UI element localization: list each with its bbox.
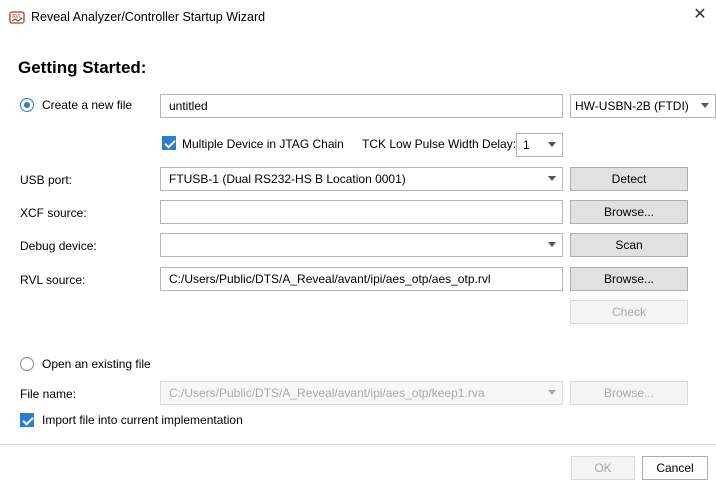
- usb-port-select[interactable]: FTUSB-1 (Dual RS232-HS B Location 0001): [160, 167, 563, 191]
- tck-delay-select[interactable]: 1: [516, 133, 563, 157]
- file-name-select[interactable]: C:/Users/Public/DTS/A_Reveal/avant/ipi/a…: [160, 381, 563, 405]
- xcf-browse-button[interactable]: Browse...: [570, 200, 688, 224]
- ok-button[interactable]: OK: [571, 456, 635, 480]
- new-file-name-input[interactable]: untitled: [160, 94, 563, 118]
- scan-button[interactable]: Scan: [570, 233, 688, 257]
- usb-port-value: FTUSB-1 (Dual RS232-HS B Location 0001): [169, 172, 406, 186]
- debug-device-label: Debug device:: [20, 239, 97, 253]
- import-file-checkbox[interactable]: [20, 413, 34, 427]
- file-name-label: File name:: [20, 387, 77, 401]
- multiple-device-label: Multiple Device in JTAG Chain: [182, 137, 344, 151]
- create-new-file-radio[interactable]: [20, 98, 34, 112]
- chevron-down-icon: [701, 103, 709, 108]
- tck-delay-value: 1: [523, 138, 530, 152]
- debug-device-select[interactable]: [160, 233, 563, 257]
- detect-button[interactable]: Detect: [570, 167, 688, 191]
- xcf-source-label: XCF source:: [20, 206, 87, 220]
- page-title: Getting Started:: [18, 58, 147, 77]
- multiple-device-checkbox[interactable]: [162, 136, 176, 150]
- open-existing-file-label: Open an existing file: [42, 357, 151, 371]
- cable-type-value: HW-USBN-2B (FTDI): [575, 99, 689, 113]
- rvl-browse-button[interactable]: Browse...: [570, 267, 688, 291]
- cancel-button[interactable]: Cancel: [642, 456, 708, 480]
- chevron-down-icon: [548, 176, 556, 181]
- usb-port-label: USB port:: [20, 173, 73, 187]
- chevron-down-icon: [548, 390, 556, 395]
- check-button[interactable]: Check: [570, 300, 688, 324]
- file-name-value: C:/Users/Public/DTS/A_Reveal/avant/ipi/a…: [169, 386, 485, 400]
- tck-delay-label: TCK Low Pulse Width Delay:: [362, 137, 517, 151]
- window-title: Reveal Analyzer/Controller Startup Wizar…: [31, 10, 266, 24]
- rvl-source-input[interactable]: C:/Users/Public/DTS/A_Reveal/avant/ipi/a…: [160, 267, 563, 291]
- open-existing-file-radio[interactable]: [20, 357, 34, 371]
- existing-browse-button[interactable]: Browse...: [570, 381, 688, 405]
- rvl-source-label: RVL source:: [20, 273, 86, 287]
- import-file-label: Import file into current implementation: [42, 413, 243, 427]
- cable-type-select[interactable]: HW-USBN-2B (FTDI): [570, 94, 716, 118]
- xcf-source-input[interactable]: [160, 200, 563, 224]
- create-new-file-label: Create a new file: [42, 98, 133, 112]
- footer-divider: [0, 444, 716, 445]
- chevron-down-icon: [548, 142, 556, 147]
- app-icon: RVL: [9, 9, 25, 25]
- chevron-down-icon: [548, 242, 556, 247]
- close-icon[interactable]: ✕: [689, 4, 711, 26]
